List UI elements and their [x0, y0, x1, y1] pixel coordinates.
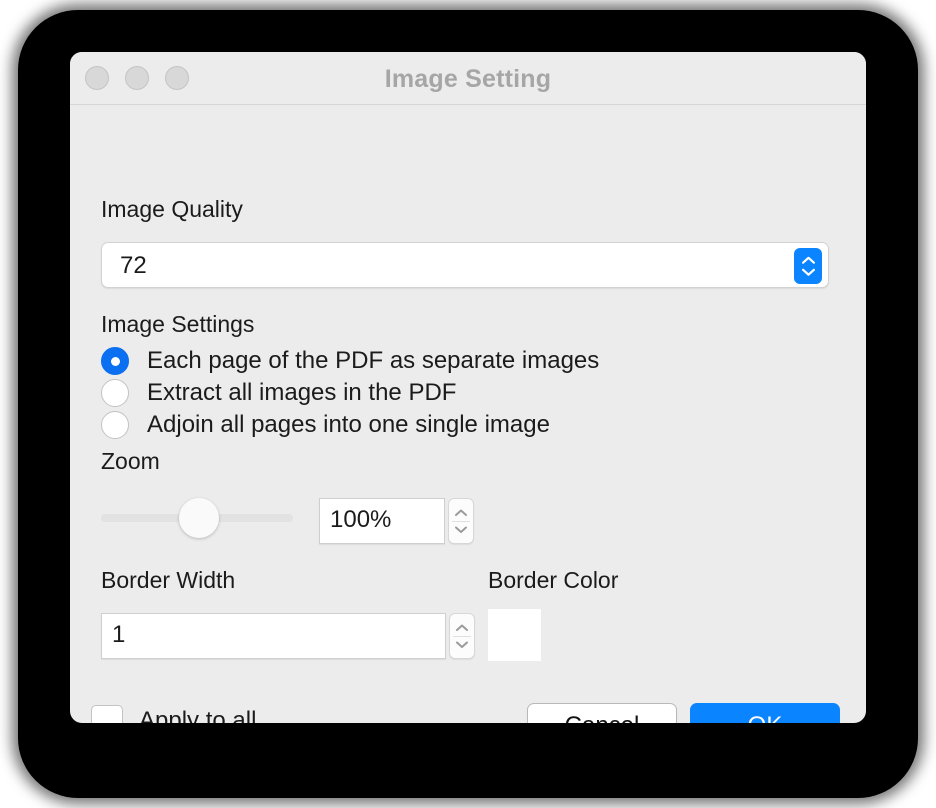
image-quality-value: 72 — [120, 252, 147, 279]
image-settings-label: Image Settings — [101, 311, 255, 337]
border-color-swatch[interactable] — [488, 609, 541, 661]
zoom-stepper[interactable] — [448, 498, 474, 544]
radio-icon-selected — [101, 347, 129, 375]
radio-option-separate-images[interactable]: Each page of the PDF as separate images — [101, 347, 599, 375]
border-color-label: Border Color — [488, 567, 619, 593]
image-quality-label: Image Quality — [101, 196, 243, 222]
radio-label: Extract all images in the PDF — [147, 379, 457, 406]
zoom-slider-thumb[interactable] — [179, 498, 219, 538]
border-width-value: 1 — [112, 621, 126, 648]
dialog-content: Image Quality 72 Image Settings Each pag… — [70, 105, 866, 723]
border-width-label: Border Width — [101, 567, 236, 593]
title-bar: Image Setting — [70, 52, 866, 105]
chevron-down-icon — [455, 526, 467, 533]
checkbox-icon — [91, 705, 123, 723]
border-width-input[interactable]: 1 — [101, 613, 446, 659]
apply-to-all-checkbox[interactable]: Apply to all — [91, 705, 256, 723]
radio-label: Each page of the PDF as separate images — [147, 347, 600, 374]
zoom-slider[interactable] — [101, 498, 293, 538]
zoom-input[interactable]: 100% — [319, 498, 445, 544]
chevron-up-icon — [456, 624, 468, 631]
image-setting-dialog: Image Setting Image Quality 72 Image Set… — [70, 52, 866, 723]
zoom-label: Zoom — [101, 448, 160, 474]
ok-button[interactable]: OK — [690, 703, 840, 723]
chevron-up-icon — [801, 256, 815, 264]
cancel-button[interactable]: Cancel — [527, 703, 677, 723]
chevron-down-icon — [456, 641, 468, 648]
border-width-stepper[interactable] — [449, 613, 475, 659]
image-quality-stepper[interactable] — [794, 248, 822, 284]
chevron-up-icon — [455, 509, 467, 516]
window-title: Image Setting — [384, 65, 552, 93]
radio-label: Adjoin all pages into one single image — [147, 411, 550, 438]
image-quality-popup-button[interactable]: 72 — [101, 242, 829, 288]
radio-icon — [101, 379, 129, 407]
chevron-down-icon — [801, 268, 815, 276]
zoom-value: 100% — [330, 506, 392, 533]
radio-icon — [101, 411, 129, 439]
radio-option-adjoin-pages[interactable]: Adjoin all pages into one single image — [101, 411, 550, 439]
apply-to-all-label: Apply to all — [139, 707, 257, 723]
radio-option-extract-images[interactable]: Extract all images in the PDF — [101, 379, 456, 407]
